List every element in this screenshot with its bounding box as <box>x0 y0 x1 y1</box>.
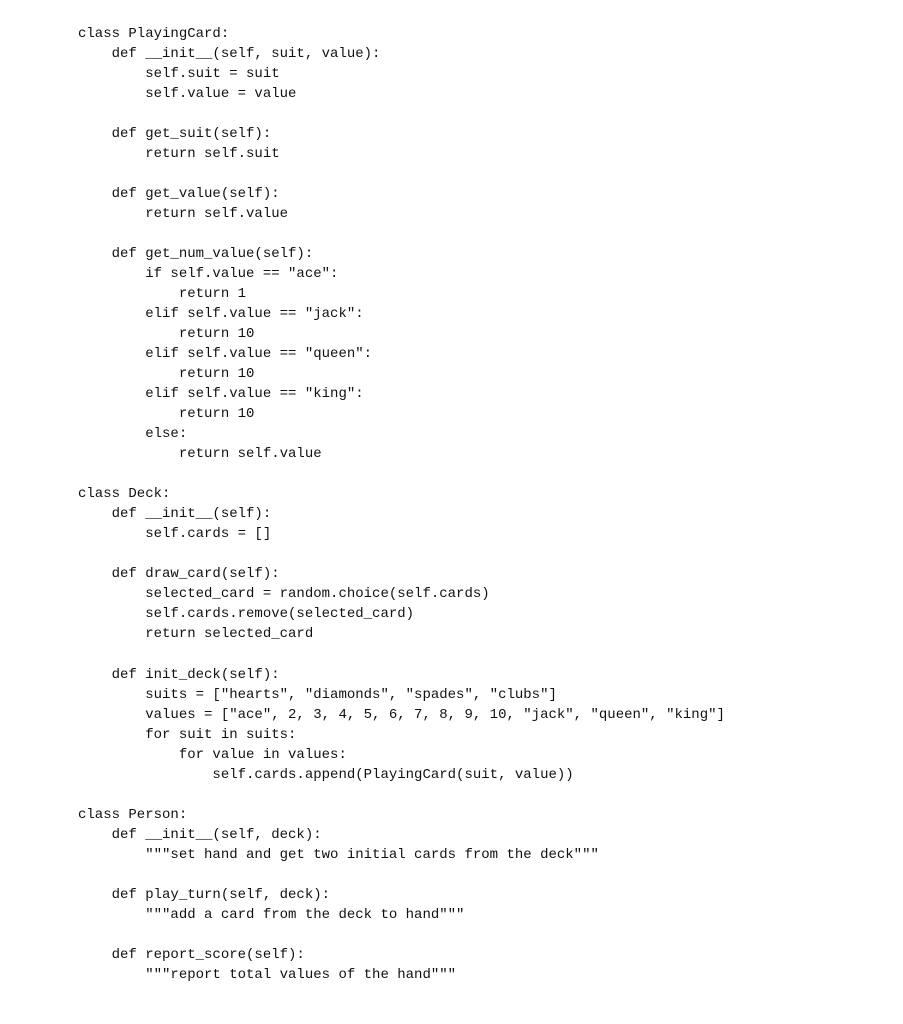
code-block: class PlayingCard: def __init__(self, su… <box>0 0 903 1024</box>
